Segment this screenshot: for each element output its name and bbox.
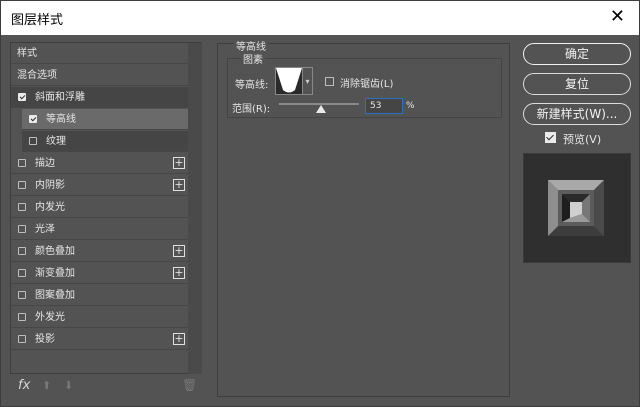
- add-color-overlay-plus-icon[interactable]: +: [173, 245, 185, 257]
- ok-button[interactable]: 确定: [523, 43, 631, 65]
- style-list-item-color-overlay[interactable]: 颜色叠加 +: [11, 241, 188, 262]
- style-list-label: 描边: [35, 158, 55, 169]
- style-list-item-outer-glow[interactable]: 外发光: [11, 307, 188, 328]
- add-inner-shadow-plus-icon[interactable]: +: [173, 179, 185, 191]
- contour-curve-icon: [276, 68, 302, 94]
- style-list-item-stroke[interactable]: 描边 +: [11, 153, 188, 174]
- style-list-item-satin[interactable]: 光泽: [11, 219, 188, 240]
- contour-label: 等高线:: [235, 80, 269, 91]
- add-gradient-overlay-plus-icon[interactable]: +: [173, 267, 185, 279]
- style-list-item-styles[interactable]: 样式: [11, 43, 188, 64]
- bevel-emboss-checkbox[interactable]: [18, 93, 26, 101]
- contour-checkbox[interactable]: [29, 115, 37, 123]
- add-drop-shadow-plus-icon[interactable]: +: [173, 333, 185, 345]
- satin-checkbox[interactable]: [18, 225, 26, 233]
- preview-label: 预览(V): [563, 133, 602, 146]
- add-stroke-plus-icon[interactable]: +: [173, 157, 185, 169]
- color-overlay-checkbox[interactable]: [18, 247, 26, 255]
- style-list: 样式 混合选项 斜面和浮雕 等高线 纹理 描边 + 内阴影 + 内发光 光泽 颜…: [10, 42, 202, 374]
- new-style-button[interactable]: 新建样式(W)...: [523, 103, 631, 125]
- bevel-preview-image: [548, 180, 604, 236]
- style-list-item-inner-glow[interactable]: 内发光: [11, 197, 188, 218]
- close-icon[interactable]: ✕: [610, 7, 625, 27]
- move-up-icon[interactable]: ⬆: [42, 379, 51, 392]
- stroke-checkbox[interactable]: [18, 159, 26, 167]
- style-list-label: 纹理: [46, 136, 66, 147]
- layer-style-dialog: 图层样式 ✕ 样式 混合选项 斜面和浮雕 等高线 纹理 描边 + 内阴影 + 内…: [0, 0, 640, 407]
- style-list-item-blending-options[interactable]: 混合选项: [11, 65, 188, 86]
- style-list-label: 渐变叠加: [35, 268, 75, 279]
- contour-dropdown-chevron-icon[interactable]: ▾: [303, 67, 313, 95]
- range-input[interactable]: 53: [365, 98, 403, 114]
- style-list-label: 混合选项: [17, 70, 57, 81]
- title-bar: 图层样式 ✕: [1, 1, 639, 35]
- range-slider-thumb[interactable]: [316, 105, 327, 113]
- style-list-label: 外发光: [35, 312, 65, 323]
- style-list-toolbar: fx ⬆ ⬇ 🗑: [10, 374, 202, 398]
- range-unit: %: [406, 101, 415, 111]
- reset-button[interactable]: 复位: [523, 73, 631, 95]
- move-down-icon[interactable]: ⬇: [64, 379, 73, 392]
- pattern-overlay-checkbox[interactable]: [18, 291, 26, 299]
- drop-shadow-checkbox[interactable]: [18, 335, 26, 343]
- contour-preview[interactable]: [275, 67, 303, 95]
- style-list-label: 投影: [35, 334, 55, 345]
- style-list-label: 图案叠加: [35, 290, 75, 301]
- style-list-item-bevel-emboss[interactable]: 斜面和浮雕: [11, 87, 188, 108]
- style-list-label: 斜面和浮雕: [35, 92, 85, 103]
- style-list-label: 颜色叠加: [35, 246, 75, 257]
- style-list-scrollbar[interactable]: [188, 43, 202, 374]
- style-list-item-inner-shadow[interactable]: 内阴影 +: [11, 175, 188, 196]
- preview-checkbox[interactable]: [545, 132, 556, 143]
- texture-checkbox[interactable]: [29, 137, 37, 145]
- antialias-checkbox[interactable]: [325, 77, 334, 86]
- style-list-item-gradient-overlay[interactable]: 渐变叠加 +: [11, 263, 188, 284]
- style-list-label: 光泽: [35, 224, 55, 235]
- style-list-label: 样式: [17, 48, 37, 59]
- dialog-title: 图层样式: [11, 13, 64, 28]
- gradient-overlay-checkbox[interactable]: [18, 269, 26, 277]
- range-label: 范围(R):: [232, 104, 271, 115]
- style-list-label: 内发光: [35, 202, 65, 213]
- outer-glow-checkbox[interactable]: [18, 313, 26, 321]
- antialias-label: 消除锯齿(L): [340, 79, 394, 90]
- style-list-label: 等高线: [46, 114, 76, 125]
- elements-subgroup-title: 图素: [241, 51, 265, 66]
- style-list-item-pattern-overlay[interactable]: 图案叠加: [11, 285, 188, 306]
- style-list-item-contour[interactable]: 等高线: [22, 109, 188, 130]
- inner-shadow-checkbox[interactable]: [18, 181, 26, 189]
- style-list-item-drop-shadow[interactable]: 投影 +: [11, 329, 188, 350]
- style-list-label: 内阴影: [35, 180, 65, 191]
- inner-glow-checkbox[interactable]: [18, 203, 26, 211]
- style-list-item-texture[interactable]: 纹理: [22, 131, 188, 152]
- fx-icon[interactable]: fx: [18, 378, 30, 393]
- style-preview: [523, 153, 631, 263]
- trash-icon[interactable]: 🗑: [182, 378, 197, 392]
